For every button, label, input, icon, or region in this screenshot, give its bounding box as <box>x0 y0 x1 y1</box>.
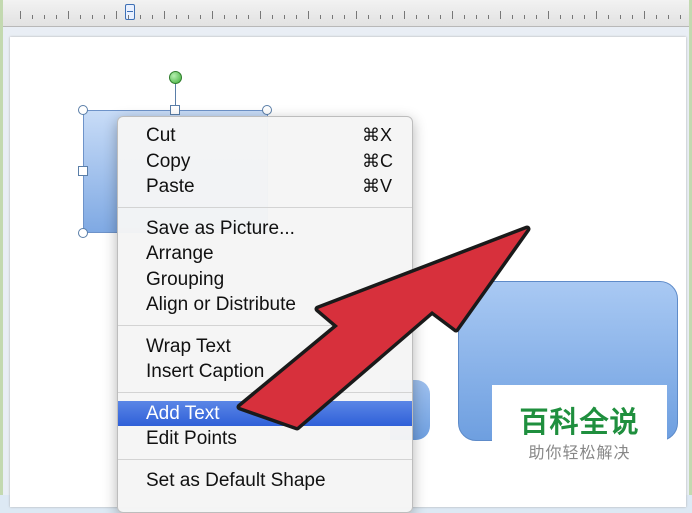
watermark-subtitle: 助你轻松解决 <box>528 445 631 462</box>
watermark-title: 百科全说 <box>519 407 640 439</box>
watermark: 百科全说 助你轻松解决 <box>492 385 667 465</box>
